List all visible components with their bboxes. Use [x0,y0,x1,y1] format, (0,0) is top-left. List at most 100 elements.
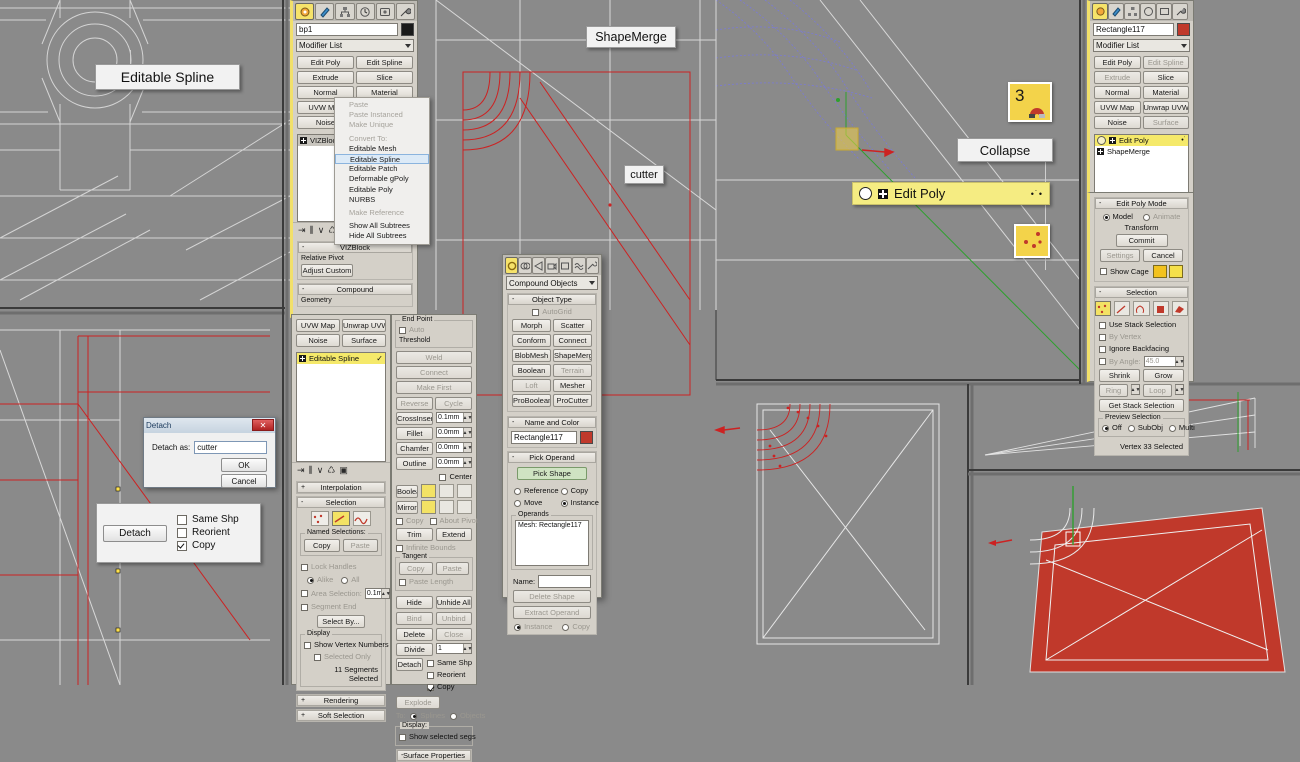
detach-dialog-titlebar[interactable]: Detach ✕ [144,418,275,433]
move-radio[interactable]: Move [514,498,559,508]
modifier-stack-toolbar-2[interactable]: ⇥ ⫼ ∨ ♺ ▣ [292,462,390,478]
ctx-editable-patch[interactable]: Editable Patch [335,164,429,174]
modifier-list-dropdown[interactable]: Modifier List [296,39,414,52]
crossinsert-row[interactable]: CrossInsert 0.1mm ▲▼ [396,412,472,425]
modifier-btn-slice[interactable]: Slice [356,71,413,84]
outline-row[interactable]: Outline 0.0mm ▲▼ [396,457,472,470]
edit-poly-mode-radios[interactable]: Model Animate [1095,209,1188,223]
compound-objects-panel[interactable]: Compound Objects - Object Type AutoGrid … [502,254,602,598]
polygon-sublevel-icon[interactable] [1153,301,1169,316]
command-panel-right-lower[interactable]: - Edit Poly Mode Model Animate Transform… [1087,192,1194,382]
spline-modifier-buttons[interactable]: UVW Map Unwrap UVW Noise Surface [292,315,390,349]
chamfer-spinner[interactable]: 0.0mm ▲▼ [436,442,472,453]
rollout-interpolation-header[interactable]: + Interpolation [297,482,385,493]
rollout-selection-spline[interactable]: - Selection Named Selections: Copy Paste [296,496,386,691]
geometry-create-tab-icon[interactable] [505,257,518,274]
outline-button[interactable]: Outline [396,457,433,470]
spinner-arrows-icon-4[interactable]: ▲▼ [463,443,471,452]
right-object-name-input[interactable]: Rectangle117 [1093,23,1174,36]
callout-copy-box-icon[interactable] [177,541,187,551]
reference-radio-icon[interactable] [514,488,521,495]
modifier-btn-extrude[interactable]: Extrude [297,71,354,84]
hierarchy-tab-icon-2[interactable] [1124,3,1140,20]
ctx-nurbs[interactable]: NURBS [335,195,429,205]
operand-list-item[interactable]: Mesh: Rectangle117 [518,522,586,529]
detach-reorient-checkbox[interactable]: Reorient [427,670,472,680]
unhide-all-button[interactable]: Unhide All [436,596,473,609]
move-radio-icon[interactable] [514,500,521,507]
rollout-selection-poly-header[interactable]: - Selection [1095,287,1188,298]
area-selection-spinner[interactable]: 0.1mm ▲▼ [365,588,390,599]
scatter-button[interactable]: Scatter [553,319,592,332]
show-vertex-numbers-box-icon[interactable] [304,642,311,649]
mirror-button[interactable]: Mirror [396,501,418,514]
systems-create-tab-icon[interactable] [586,257,599,274]
mirror-horizontal-icon[interactable] [421,500,436,514]
detach-dialog[interactable]: Detach ✕ Detach as: cutter OK Cancel [143,417,276,488]
callout-copy-checkbox[interactable]: Copy [177,541,239,551]
animate-radio-icon[interactable] [1143,214,1150,221]
right-btn-uvw-map[interactable]: UVW Map [1094,101,1141,114]
rollout-surface-properties[interactable]: - Surface Properties [396,749,472,762]
modifier-btn-unwrap-uvw-2[interactable]: Unwrap UVW [342,319,386,332]
create-tab-icon-2[interactable] [1092,3,1108,20]
right-btn-noise[interactable]: Noise [1094,116,1141,129]
trim-button[interactable]: Trim [396,528,433,541]
outline-spinner[interactable]: 0.0mm ▲▼ [436,457,472,468]
make-unique-icon-2[interactable]: ∨ [317,465,324,476]
compound-objects-dropdown[interactable]: Compound Objects [506,276,598,290]
adjust-custom-button[interactable]: Adjust Custom [301,264,353,277]
center-checkbox[interactable]: Center [396,472,472,482]
vertex-level-icon[interactable] [311,511,329,526]
boolean-union-icon[interactable] [421,484,436,498]
ignore-backfacing-box-icon[interactable] [1099,346,1106,353]
selection-options[interactable]: Lock Handles Alike All Area Selection: [297,559,385,631]
object-name-input[interactable]: bp1 [296,23,398,36]
rollout-pick-operand-header[interactable]: - Pick Operand [508,452,596,463]
show-end-result-icon-2[interactable]: ⫼ [309,465,313,476]
cameras-create-tab-icon[interactable] [545,257,558,274]
center-box-icon[interactable] [439,474,446,481]
rollout-object-type-header[interactable]: - Object Type [508,294,596,305]
ctx-editable-spline[interactable]: Editable Spline [335,154,429,164]
ctx-deformable-gpoly[interactable]: Deformable gPoly [335,174,429,184]
right-stack-item-edit-poly[interactable]: Edit Poly •˙ [1095,135,1188,146]
ctx-editable-poly[interactable]: Editable Poly [335,185,429,195]
copy-pivot-row[interactable]: Copy About Pivot [396,516,472,526]
subobject-level-row[interactable] [297,508,385,529]
make-unique-icon[interactable]: ∨ [318,225,325,236]
blobmesh-button[interactable]: BlobMesh [512,349,551,362]
configure-sets-icon-2[interactable]: ▣ [339,465,348,476]
rollout-edit-poly-mode[interactable]: - Edit Poly Mode Model Animate Transform… [1094,197,1189,282]
instance-radio-icon[interactable] [561,500,568,507]
rollout-interpolation[interactable]: + Interpolation [296,481,386,494]
get-stack-selection-button[interactable]: Get Stack Selection [1099,399,1184,412]
convert-to-context-menu[interactable]: Paste Paste Instanced Make Unique Conver… [334,97,430,245]
rollout-name-and-color-header[interactable]: - Name and Color [508,417,596,428]
modify-tab-icon-2[interactable] [1108,3,1124,20]
pick-shape-button[interactable]: Pick Shape [517,467,587,480]
proboolean-button[interactable]: ProBoolean [512,394,551,407]
rollout-rendering[interactable]: + Rendering [296,694,386,707]
show-vertex-numbers-checkbox[interactable]: Show Vertex Numbers [304,640,378,650]
conform-button[interactable]: Conform [512,334,551,347]
modifier-btn-uvw-map-2[interactable]: UVW Map [296,319,340,332]
preview-multi-radio[interactable]: Multi [1169,423,1195,433]
model-radio[interactable]: Model [1103,212,1133,222]
command-panel-editable-spline[interactable]: UVW Map Unwrap UVW Noise Surface Editabl… [291,314,391,685]
detach-same-shp-box-icon[interactable] [427,660,434,667]
modifier-list-dropdown-2[interactable]: Modifier List [1093,39,1190,52]
modifier-btn-edit-poly[interactable]: Edit Poly [297,56,354,69]
boolean-button[interactable]: Boolean [396,485,418,498]
helpers-create-tab-icon[interactable] [559,257,572,274]
lightbulb-icon-2[interactable] [1097,136,1106,145]
modifier-btn-surface-2[interactable]: Surface [342,334,386,347]
poly-subobject-row[interactable] [1095,298,1188,319]
show-cage-box-icon[interactable] [1100,268,1107,275]
geometry-rollout-panel[interactable]: End Point Auto Threshold Weld Connect Ma… [391,314,477,685]
right-btn-slice[interactable]: Slice [1143,71,1190,84]
mirror-vertical-icon[interactable] [439,500,454,514]
display-tab-icon-2[interactable] [1156,3,1172,20]
callout-reorient-checkbox[interactable]: Reorient [177,528,239,538]
object-type-grid[interactable]: Morph Scatter Conform Connect BlobMesh S… [508,319,596,411]
